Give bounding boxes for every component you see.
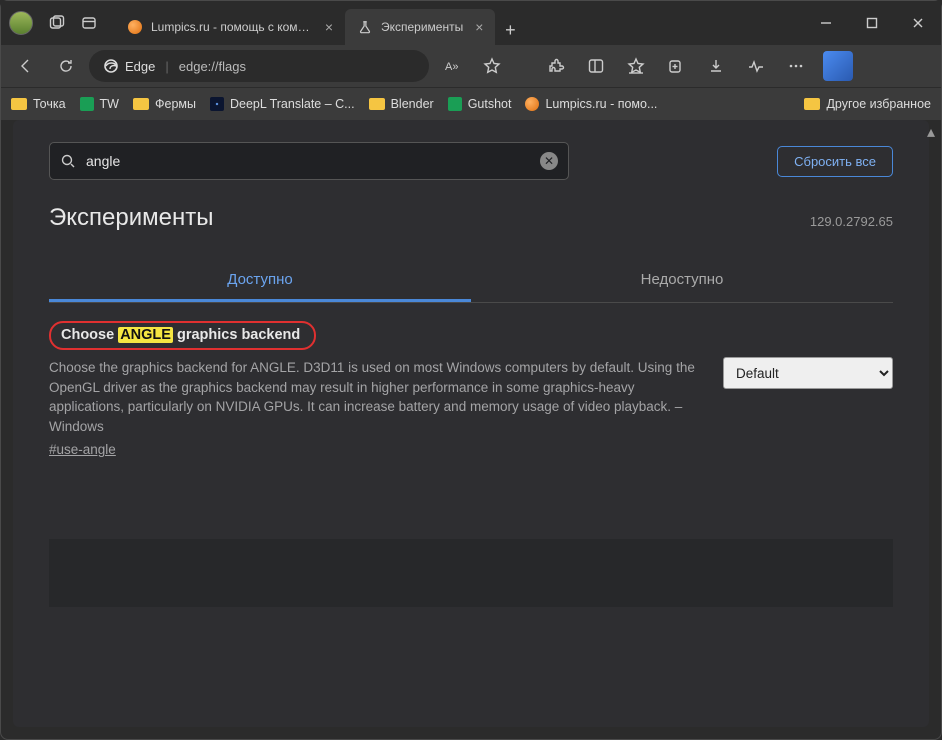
bookmark-item[interactable]: Blender [369,97,434,111]
flag-title-highlight: ANGLE [118,327,173,343]
navbar: Edge | edge://flags A» [1,45,941,87]
url-text: edge://flags [179,59,246,74]
bookmark-item[interactable]: Lumpics.ru - помо... [525,97,657,111]
bookmark-label: DeepL Translate – C... [230,97,355,111]
bookmark-label: Blender [391,97,434,111]
window-controls [803,1,941,45]
reset-all-button[interactable]: Сбросить все [777,146,893,177]
brand-label: Edge [125,59,155,74]
bookmark-label: Другое избранное [826,97,931,111]
back-button[interactable] [9,49,43,83]
bookmark-label: Lumpics.ru - помо... [545,97,657,111]
titlebar: Lumpics.ru - помощь с компьют × Эксперим… [1,1,941,45]
clear-icon[interactable]: ✕ [540,152,558,170]
search-row: ✕ Сбросить все [49,142,893,180]
folder-icon [369,98,385,110]
read-aloud-icon[interactable]: A» [435,49,469,83]
close-window-button[interactable] [895,1,941,45]
flag-select[interactable]: Default [723,357,893,389]
folder-icon [804,98,820,110]
folder-icon [133,98,149,110]
workspaces-icon[interactable] [43,9,71,37]
sheet-icon [80,97,94,111]
refresh-button[interactable] [49,49,83,83]
flag-title-post: graphics backend [173,327,300,343]
sidebar-icon[interactable] [579,49,613,83]
extensions-icon[interactable] [539,49,573,83]
bookmark-label: Фермы [155,97,196,111]
flag-hash-link[interactable]: #use-angle [49,442,116,457]
maximize-button[interactable] [849,1,895,45]
favorites-icon[interactable] [619,49,653,83]
performance-icon[interactable] [739,49,773,83]
more-menu-icon[interactable] [779,49,813,83]
flag-title-pre: Choose [61,327,118,343]
tab-unavailable[interactable]: Недоступно [471,260,893,302]
search-input[interactable] [86,153,530,169]
bookmark-label: TW [100,97,119,111]
page-content: ✕ Сбросить все Эксперименты 129.0.2792.6… [13,120,929,727]
profile-avatar[interactable] [9,11,33,35]
deepl-icon [210,97,224,111]
minimize-button[interactable] [803,1,849,45]
address-bar[interactable]: Edge | edge://flags [89,50,429,82]
edge-logo-icon [103,58,119,74]
bookmark-label: Gutshot [468,97,512,111]
version-label: 129.0.2792.65 [810,214,893,229]
status-block [49,539,893,607]
close-icon[interactable]: × [325,19,333,35]
flag-title: Choose ANGLE graphics backend [49,321,316,350]
edge-chip: Edge [103,58,155,74]
page-title: Эксперименты [49,204,893,232]
lumpics-icon [127,19,143,35]
other-bookmarks[interactable]: Другое избранное [804,97,931,111]
flag-description: Choose the graphics backend for ANGLE. D… [49,358,699,436]
flag-row: Choose ANGLE graphics backend Choose the… [49,321,893,459]
search-icon [60,153,76,169]
search-box[interactable]: ✕ [49,142,569,180]
collections-icon[interactable] [659,49,693,83]
bookmark-item[interactable]: Точка [11,97,66,111]
tab-actions-icon[interactable] [75,9,103,37]
tab-label: Эксперименты [381,20,463,34]
copilot-button[interactable] [823,51,853,81]
bookmark-item[interactable]: Gutshot [448,97,512,111]
tab-label: Lumpics.ru - помощь с компьют [151,20,313,34]
bookmark-item[interactable]: DeepL Translate – C... [210,97,355,111]
tabs-strip: Lumpics.ru - помощь с компьют × Эксперим… [115,1,525,45]
downloads-icon[interactable] [699,49,733,83]
bookmark-label: Точка [33,97,66,111]
tab-lumpics[interactable]: Lumpics.ru - помощь с компьют × [115,9,345,45]
bookmarks-bar: Точка TW Фермы DeepL Translate – C... Bl… [1,87,941,120]
tab-available[interactable]: Доступно [49,260,471,302]
svg-text:A»: A» [445,61,458,73]
bookmark-item[interactable]: Фермы [133,97,196,111]
flask-icon [357,19,373,35]
folder-icon [11,98,27,110]
lumpics-icon [525,97,539,111]
favorite-star-icon[interactable] [475,49,509,83]
scrollbar-up-icon[interactable]: ▴ [924,125,938,139]
tab-experiments[interactable]: Эксперименты × [345,9,495,45]
addr-divider: | [165,59,168,74]
new-tab-button[interactable]: + [495,15,525,45]
close-icon[interactable]: × [475,19,483,35]
bookmark-item[interactable]: TW [80,97,119,111]
sheet-icon [448,97,462,111]
flags-tabs: Доступно Недоступно [49,260,893,303]
